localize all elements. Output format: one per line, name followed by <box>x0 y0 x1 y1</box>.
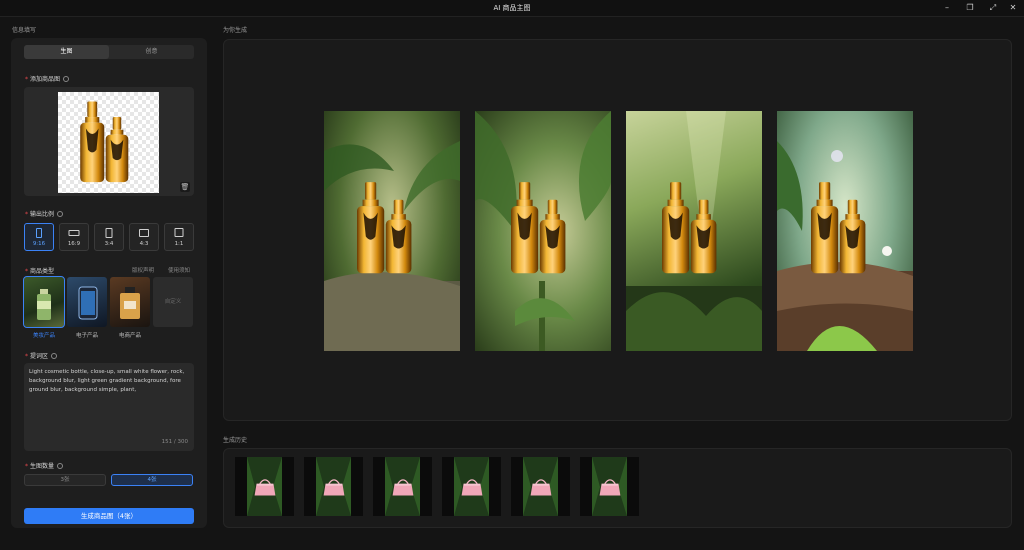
type-label-cosmetics: 美妆产品 <box>32 333 55 339</box>
generate-button[interactable]: 生成商品图（4张） <box>24 508 194 524</box>
ratio-landscape-icon <box>139 229 149 237</box>
result-panel <box>223 39 1012 421</box>
restore-icon[interactable]: ❐ <box>963 2 977 14</box>
result-image-3[interactable] <box>626 111 762 351</box>
tab-generate[interactable]: 生图 <box>24 45 109 59</box>
count-label: * 生图数量 <box>25 461 64 470</box>
close-icon[interactable]: ✕ <box>1006 2 1020 14</box>
ratio-9-16-button[interactable]: 9:16 <box>24 223 54 251</box>
info-icon[interactable] <box>57 463 64 469</box>
ratio-1-1-button[interactable]: 1:1 <box>164 223 194 251</box>
type-card-ecommerce[interactable] <box>110 277 150 327</box>
count-4-button[interactable]: 4张 <box>111 474 193 486</box>
window-title: AI 商品主图 <box>493 4 531 12</box>
history-section-label: 生成历史 <box>223 437 248 444</box>
title-bar: AI 商品主图 – ❐ ⤢ ✕ <box>0 0 1024 17</box>
prompt-char-count: 151 / 300 <box>161 439 188 445</box>
result-image-2[interactable] <box>475 111 611 351</box>
history-thumb[interactable] <box>442 457 501 516</box>
history-thumb[interactable] <box>304 457 363 516</box>
left-panel: 生图 创意 * 添加商品图 🗑 * 输出比例 9:16 16:9 3:4 4:3 1… <box>11 38 207 528</box>
type-label-electronics: 电子产品 <box>75 333 98 339</box>
history-panel <box>223 448 1012 528</box>
result-image-4[interactable] <box>777 111 913 351</box>
ratio-square-icon <box>174 228 184 237</box>
trash-icon[interactable]: 🗑 <box>180 182 190 192</box>
type-card-cosmetics[interactable] <box>23 276 65 328</box>
ratio-3-4-button[interactable]: 3:4 <box>94 223 124 251</box>
upload-label: * 添加商品图 <box>25 74 70 83</box>
bottle-icon <box>811 182 866 274</box>
info-icon[interactable] <box>51 353 58 359</box>
count-3-button[interactable]: 3张 <box>24 474 106 486</box>
ratio-4-3-button[interactable]: 4:3 <box>129 223 159 251</box>
history-thumb[interactable] <box>511 457 570 516</box>
tab-creative[interactable]: 创意 <box>109 45 194 59</box>
prompt-text[interactable]: Light cosmetic bottle, close-up, small w… <box>29 368 189 395</box>
ratio-landscape-icon <box>68 230 80 236</box>
fullscreen-icon[interactable]: ⤢ <box>986 2 1000 14</box>
prompt-input[interactable]: Light cosmetic bottle, close-up, small w… <box>24 363 194 451</box>
mode-tabs: 生图 创意 <box>24 45 194 59</box>
bottle-icon <box>511 182 566 274</box>
copyright-link[interactable]: 版权声明 <box>132 266 154 274</box>
type-card-electronics[interactable] <box>67 277 107 327</box>
bottle-icon <box>80 101 129 183</box>
product-thumbnail <box>58 92 159 193</box>
ratio-16-9-button[interactable]: 16:9 <box>59 223 89 251</box>
result-image-1[interactable] <box>324 111 460 351</box>
history-thumb[interactable] <box>373 457 432 516</box>
info-icon[interactable] <box>57 211 64 217</box>
product-upload-area[interactable]: 🗑 <box>24 87 194 196</box>
type-label: * 商品类型 <box>25 268 55 275</box>
ratio-portrait-icon <box>105 228 113 238</box>
minimize-icon[interactable]: – <box>940 2 954 14</box>
history-thumb[interactable] <box>580 457 639 516</box>
bottle-icon <box>357 182 412 274</box>
info-icon[interactable] <box>63 76 70 82</box>
type-card-custom[interactable]: 自定义 <box>153 277 193 327</box>
prompt-label: * 提词区 <box>25 351 58 360</box>
usage-notes-link[interactable]: 使用须知 <box>168 266 190 274</box>
ratio-label: * 输出比例 <box>25 209 64 218</box>
history-thumb[interactable] <box>235 457 294 516</box>
ratio-portrait-icon <box>36 228 42 238</box>
result-section-label: 为你生成 <box>223 27 248 34</box>
info-section-label: 信息填写 <box>12 27 37 34</box>
type-label-ecommerce: 电商产品 <box>118 333 141 339</box>
